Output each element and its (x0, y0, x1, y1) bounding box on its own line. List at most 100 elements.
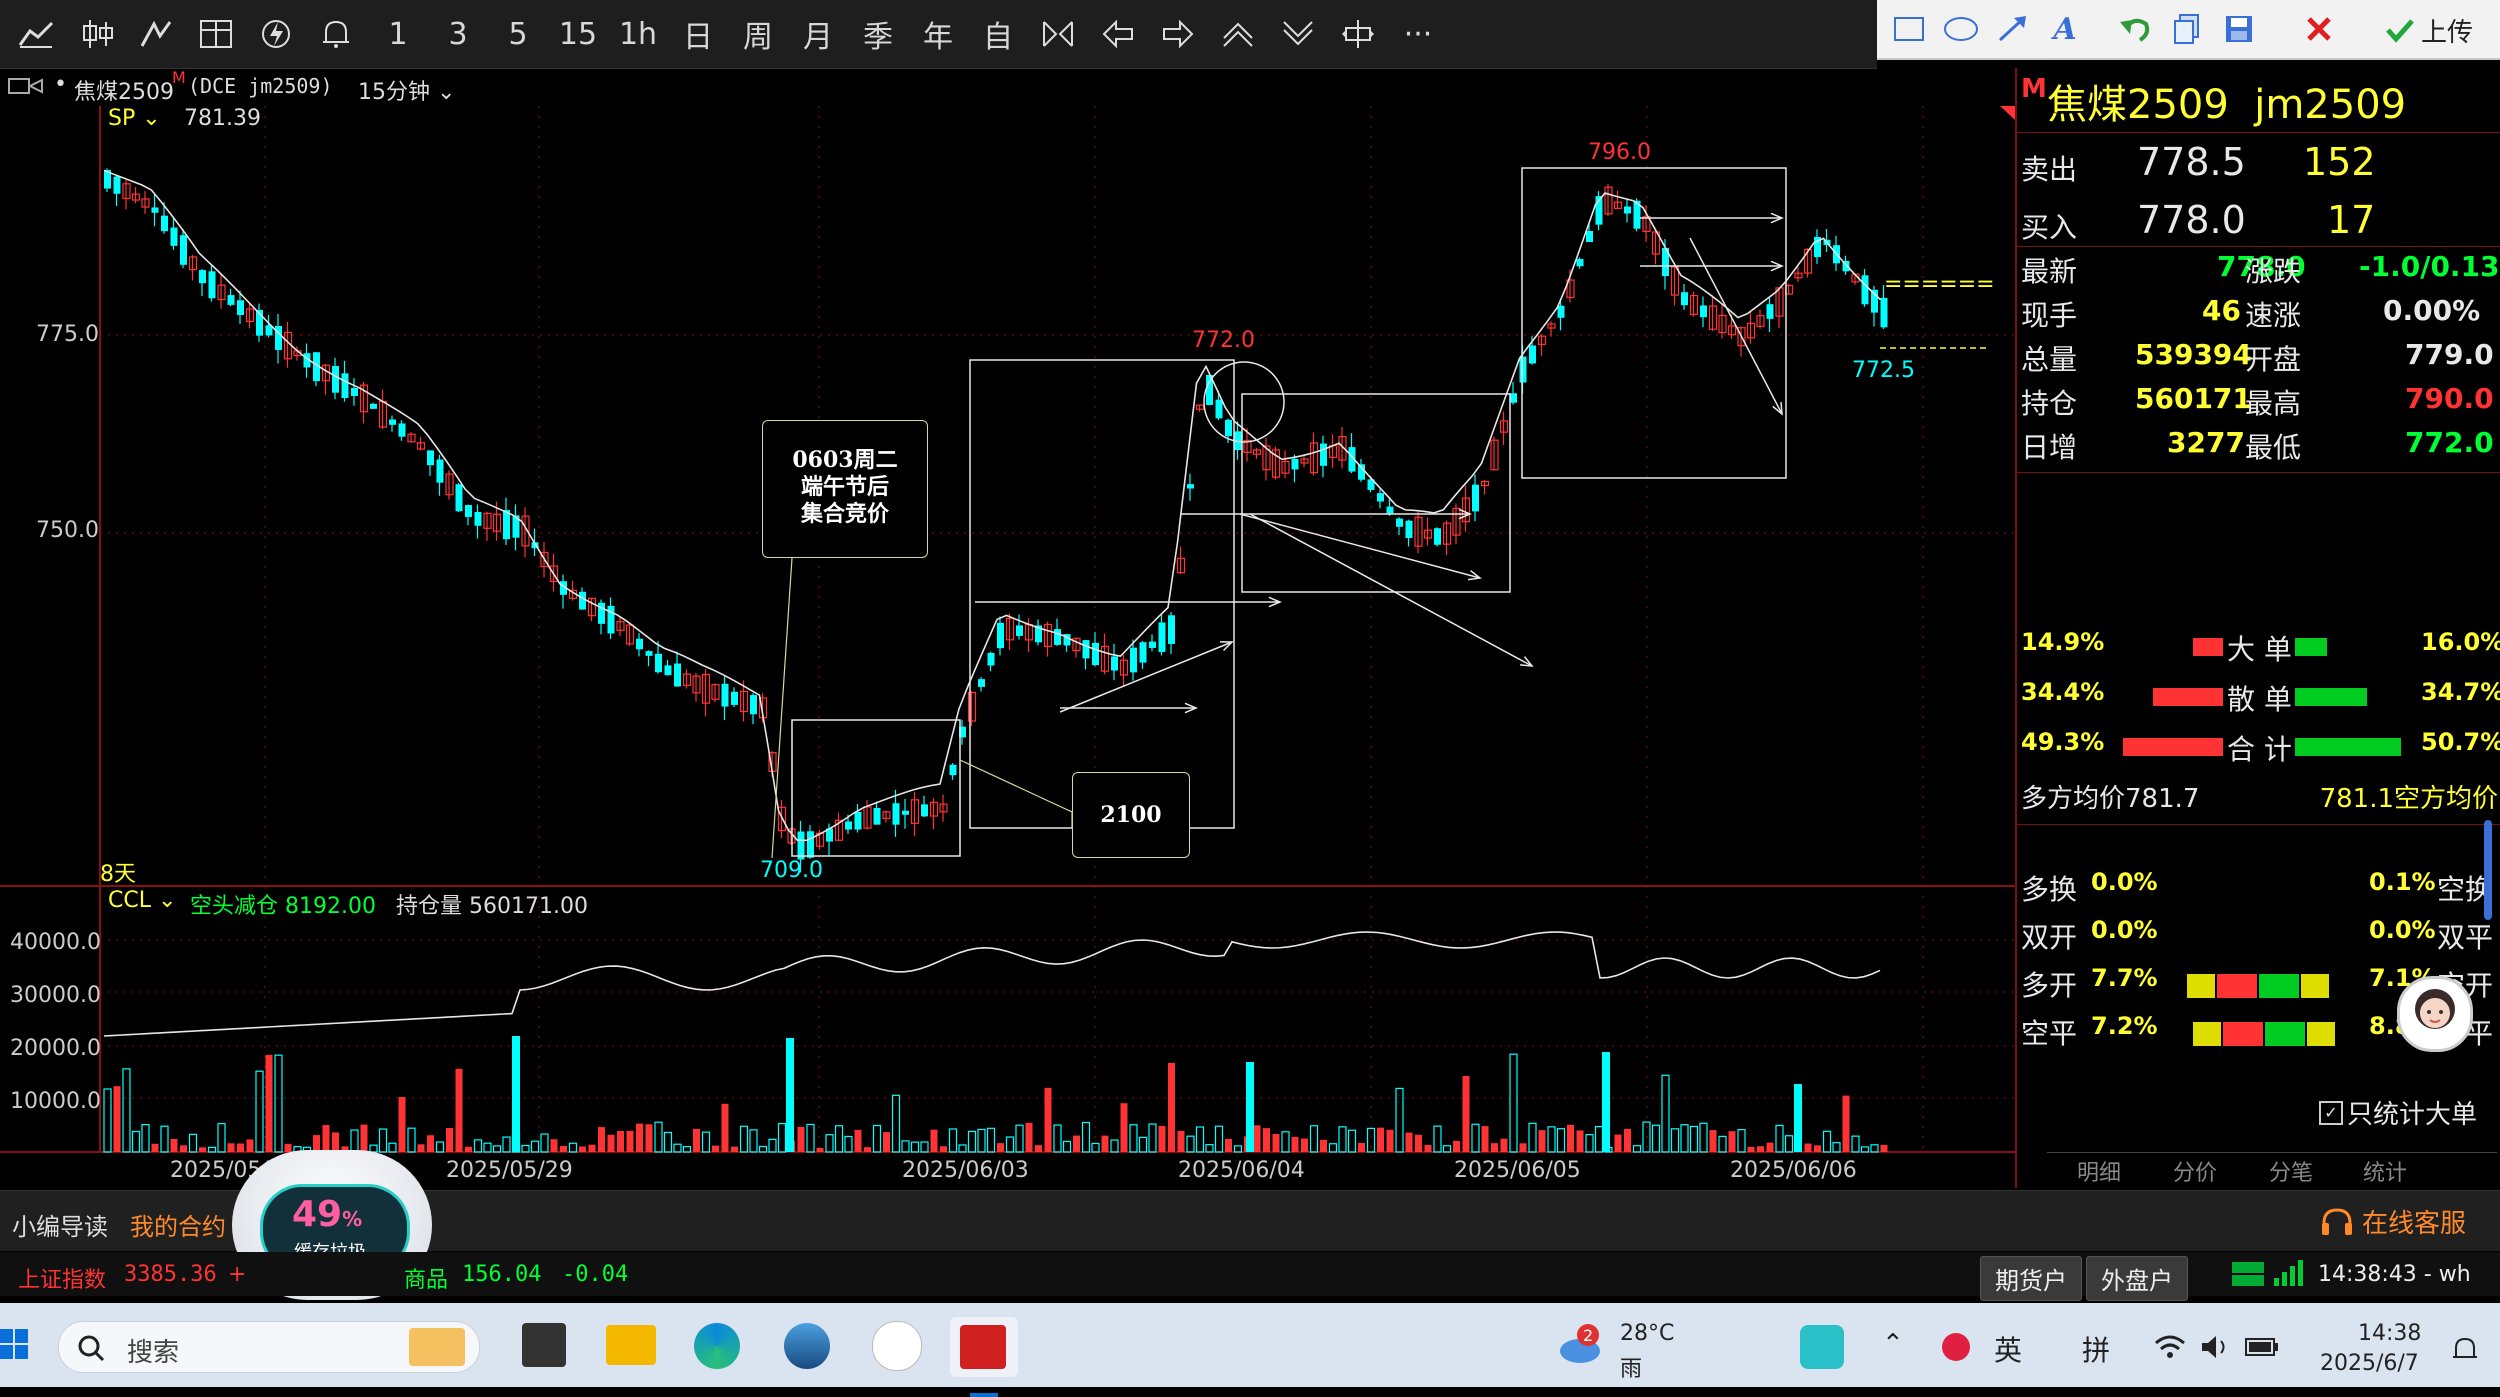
note-box[interactable]: 0603周二 端午节后 集合竞价 (762, 420, 928, 558)
delete-icon[interactable] (2297, 8, 2341, 50)
volume-bar (1253, 1125, 1261, 1152)
indicator-selector[interactable]: SP ⌄ (108, 106, 161, 131)
volume-bar (1661, 1074, 1670, 1153)
indicator-icon[interactable] (190, 14, 242, 54)
k-app-icon[interactable] (1800, 1325, 1844, 1369)
weather-icon[interactable]: 2 (1556, 1323, 1606, 1369)
note-line-2: 端午节后 (800, 474, 889, 500)
wifi-icon[interactable] (2154, 1333, 2186, 1361)
quote-panel: M 焦煤2509 jm2509 卖出 778.5 152 买入 778.0 17… (2015, 68, 2500, 1188)
period-month[interactable]: 月 (792, 14, 844, 55)
online-service-button[interactable]: 在线客服 (2320, 1203, 2466, 1240)
chevron-up-icon[interactable]: ⌃ (1882, 1329, 1904, 1359)
arrow-icon[interactable] (1991, 8, 2035, 50)
volume-bar (560, 1145, 567, 1152)
draw-tool-icon[interactable] (130, 14, 182, 54)
tab-stats[interactable]: 统计 (2363, 1155, 2407, 1187)
price-chart[interactable] (0, 68, 2015, 1188)
period-day[interactable]: 日 (672, 14, 724, 55)
copy-icon[interactable] (2165, 8, 2209, 50)
ime-english[interactable]: 英 (1994, 1329, 2022, 1369)
commodity-name[interactable]: 商品 (404, 1262, 448, 1294)
edge-browser-icon[interactable] (694, 1323, 740, 1369)
flash-icon[interactable] (250, 14, 302, 54)
battery-icon[interactable] (2244, 1333, 2280, 1361)
ime-pinyin[interactable]: 拼 (2082, 1329, 2110, 1369)
volume-bar (417, 1144, 425, 1152)
tab-my-contracts[interactable]: 我的合约 (130, 1207, 226, 1242)
collapse-icon[interactable] (1272, 14, 1324, 54)
upload-button[interactable]: 上传 (2385, 10, 2473, 50)
save-icon[interactable] (2217, 8, 2261, 50)
candle-body (807, 831, 814, 858)
tab-ticks[interactable]: 分笔 (2269, 1155, 2313, 1187)
file-explorer-icon[interactable] (606, 1325, 656, 1365)
volume-bar (749, 1129, 758, 1153)
alert-icon[interactable] (310, 14, 362, 54)
period-year[interactable]: 年 (912, 14, 964, 55)
ccl-selector[interactable]: CCL ⌄ (108, 888, 176, 913)
stat-label: 双开 (2021, 921, 2078, 954)
taskbar-search[interactable]: 搜索 (58, 1321, 480, 1373)
futures-account-button[interactable]: 期货户 (1980, 1256, 2082, 1301)
candle-body (1320, 443, 1327, 466)
volume-bar (1309, 1125, 1319, 1153)
notification-bell-icon[interactable] (2450, 1335, 2480, 1365)
candle-body (1396, 518, 1403, 527)
candle-body (978, 679, 985, 687)
note-box-2100[interactable]: 2100 (1072, 772, 1190, 858)
period-1[interactable]: 1 (372, 14, 424, 54)
candle-body (208, 271, 216, 299)
undo-icon[interactable] (2113, 8, 2157, 50)
volume-bar (768, 1138, 777, 1153)
tray-app-icon[interactable] (1942, 1333, 1970, 1361)
volume-bar (930, 1129, 938, 1152)
panel-scrollbar[interactable] (2484, 820, 2492, 920)
period-3[interactable]: 3 (432, 14, 484, 54)
tab-price-dist[interactable]: 分价 (2173, 1155, 2217, 1187)
tab-editor-guide[interactable]: 小编导读 (12, 1207, 108, 1242)
ellipse-icon[interactable] (1939, 8, 1983, 50)
more-icon[interactable]: ··· (1392, 14, 1444, 54)
volume-bar (170, 1138, 178, 1152)
flow-right: 34.7% (2421, 678, 2500, 706)
volume-bar (1358, 1142, 1365, 1152)
compare-icon[interactable] (1032, 14, 1084, 54)
rectangle-icon[interactable] (1887, 8, 1931, 50)
assistant-avatar[interactable] (2397, 976, 2473, 1052)
period-season[interactable]: 季 (852, 14, 904, 55)
index-name[interactable]: 上证指数 (18, 1262, 106, 1294)
large-order-checkbox[interactable]: ✓ 只统计大单 (2319, 1094, 2477, 1131)
period-5[interactable]: 5 (492, 14, 544, 54)
volume-bar (1804, 1143, 1812, 1152)
line-chart-icon[interactable] (10, 14, 62, 54)
app-icon[interactable] (784, 1323, 830, 1369)
stat-bar (2223, 1022, 2263, 1046)
label-current-hand: 现手 (2021, 299, 2078, 332)
period-week[interactable]: 周 (732, 14, 784, 55)
kline-icon[interactable] (72, 14, 124, 54)
task-view-icon[interactable] (522, 1323, 566, 1367)
candle-body (579, 591, 586, 610)
ccl-short: 空头减仓 8192.00 (190, 894, 376, 919)
volume-bar (188, 1133, 198, 1153)
arrow-right-icon[interactable] (1152, 14, 1204, 54)
period-custom[interactable]: 自 (972, 14, 1024, 55)
tab-detail[interactable]: 明细 (2077, 1155, 2121, 1187)
commodity-value: 156.04 (462, 1262, 542, 1287)
foreign-account-button[interactable]: 外盘户 (2086, 1256, 2188, 1301)
search-placeholder: 搜索 (127, 1338, 180, 1368)
crosshair-icon[interactable] (1332, 14, 1384, 54)
trading-app-icon[interactable] (950, 1317, 1018, 1397)
volume-bar (435, 1141, 445, 1153)
volume-icon[interactable] (2200, 1333, 2230, 1361)
index-change: + (228, 1262, 247, 1287)
windows-start-icon[interactable] (0, 1329, 30, 1361)
volume-bar (701, 1131, 711, 1153)
arrow-left-icon[interactable] (1092, 14, 1144, 54)
expand-icon[interactable] (1212, 14, 1264, 54)
assistant-app-icon[interactable] (872, 1321, 922, 1371)
text-icon[interactable]: A (2043, 8, 2087, 50)
period-1h[interactable]: 1h (612, 14, 664, 54)
period-15[interactable]: 15 (552, 14, 604, 54)
